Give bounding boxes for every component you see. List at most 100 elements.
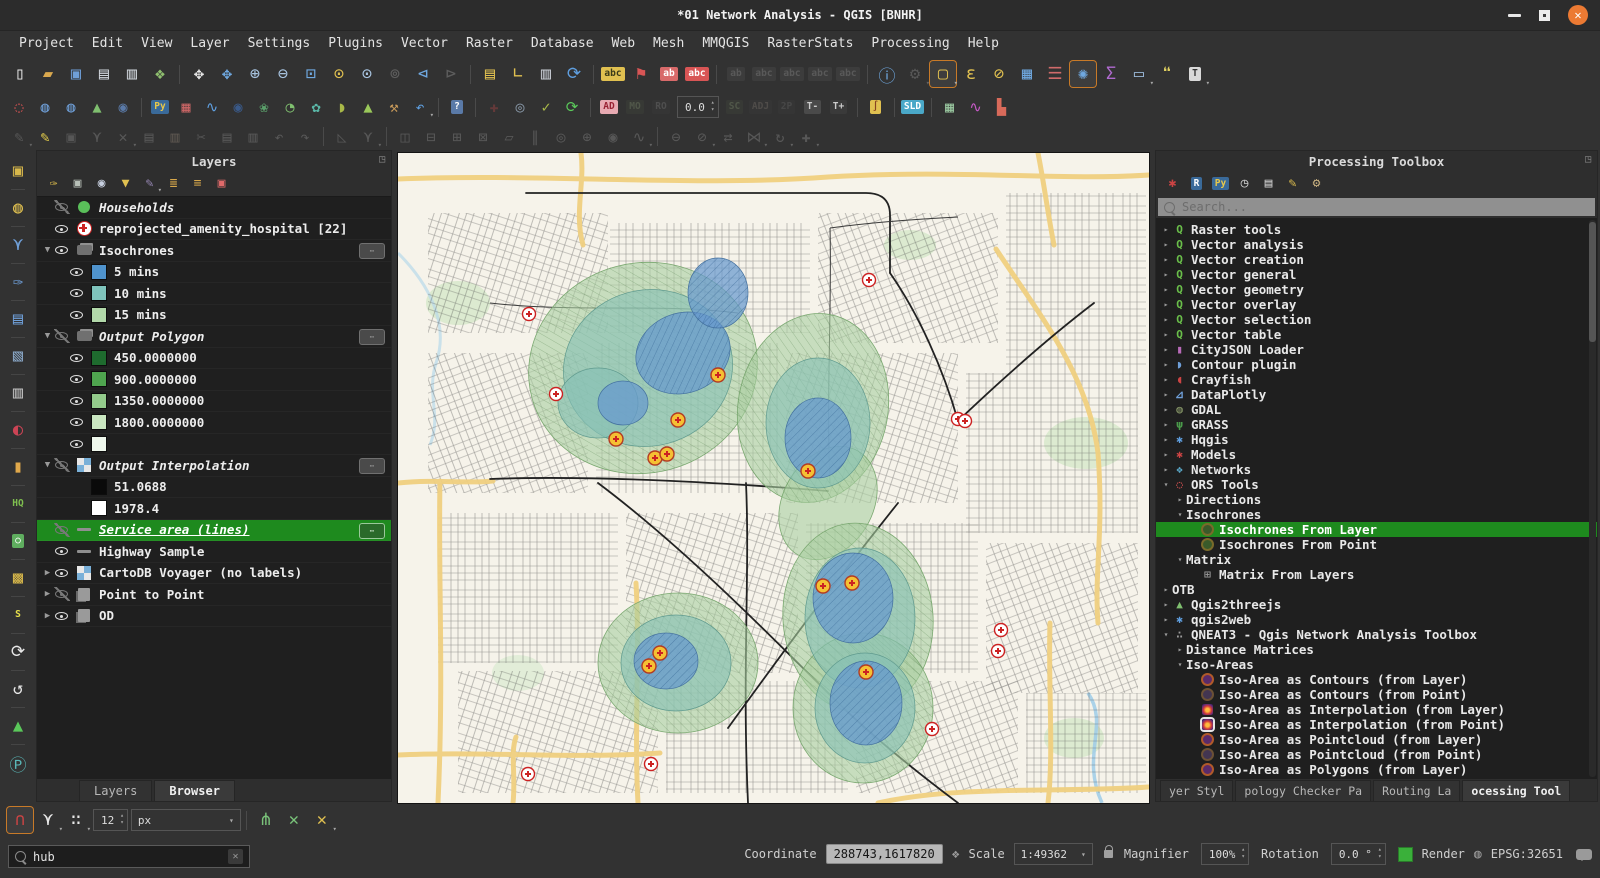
tree-arrow-icon[interactable]: ▾ — [1160, 480, 1172, 489]
leaf-tool-icon[interactable]: ✿ — [304, 95, 328, 119]
deselect-features-icon[interactable]: ⊘ — [986, 61, 1012, 87]
style-manager-icon[interactable]: ❖ — [147, 61, 173, 87]
snapping-magnet-icon[interactable]: ∩ — [7, 807, 33, 833]
tree-arrow-icon[interactable]: ▸ — [1160, 315, 1172, 324]
panel-float-icon[interactable]: ◳ — [1585, 154, 1591, 165]
algorithm-row[interactable]: ▸QRaster tools — [1156, 222, 1597, 237]
menu-mmqgis[interactable]: MMQGIS — [693, 34, 758, 53]
layer-row[interactable] — [37, 434, 391, 456]
algorithm-row[interactable]: ▸▮CityJSON Loader — [1156, 342, 1597, 357]
visibility-eye-icon[interactable] — [54, 200, 70, 214]
identify-features-icon[interactable]: ⓘ — [874, 61, 900, 87]
menu-edit[interactable]: Edit — [83, 34, 132, 53]
data-source-manager-icon[interactable]: ▣ — [5, 158, 31, 184]
algorithm-row[interactable]: Iso-Area as Pointcloud (from Point) — [1156, 747, 1597, 762]
layer-row[interactable]: Service area (lines)⋯ — [37, 520, 391, 542]
snapping-tolerance-stepper[interactable]: 12▴▾ — [93, 809, 128, 831]
layer-row[interactable]: ▼Isochrones⋯ — [37, 240, 391, 262]
layer-row[interactable]: 1800.0000000 — [37, 412, 391, 434]
tree-arrow-icon[interactable]: ▸ — [1160, 240, 1172, 249]
toggle-editing-icon[interactable]: ✎ — [33, 125, 57, 149]
visibility-eye-icon[interactable] — [54, 222, 70, 236]
filter-legend-icon[interactable]: ▼ — [115, 173, 136, 194]
bookmark-manager-icon[interactable]: ▥ — [533, 61, 559, 87]
menu-project[interactable]: Project — [10, 34, 83, 53]
add-wms-icon[interactable]: ◍ — [33, 95, 57, 119]
visibility-eye-icon[interactable] — [54, 329, 70, 343]
render-checkbox[interactable] — [1398, 847, 1413, 862]
tree-arrow-icon[interactable]: ▸ — [1160, 285, 1172, 294]
layer-row[interactable]: 5 mins — [37, 262, 391, 284]
algorithm-row[interactable]: ▸◖Crayfish — [1156, 372, 1597, 387]
snapping-units-select[interactable]: px▾ — [131, 809, 241, 831]
python-console-icon[interactable]: Py — [148, 95, 172, 119]
layer-row[interactable]: Highway Sample — [37, 541, 391, 563]
layer-row[interactable]: ▶OD — [37, 606, 391, 628]
layer-row[interactable]: reprojected_amenity_hospital [22] — [37, 219, 391, 241]
menu-view[interactable]: View — [132, 34, 181, 53]
close-button[interactable]: ✕ — [1568, 5, 1588, 25]
algorithm-row[interactable]: ▸◍GDAL — [1156, 402, 1597, 417]
quick-osm-icon[interactable]: ✑ — [5, 269, 31, 295]
tree-arrow-icon[interactable]: ▾ — [1174, 510, 1186, 519]
add-postgis-icon[interactable]: ▤ — [5, 306, 31, 332]
scale-select[interactable]: 1:49362▾ — [1014, 843, 1093, 865]
visibility-eye-icon[interactable] — [54, 243, 70, 257]
statistics-icon[interactable]: Σ — [1098, 61, 1124, 87]
history-icon[interactable]: ◷ — [1234, 173, 1255, 194]
algorithm-row[interactable]: ▸✱qgis2web — [1156, 612, 1597, 627]
zoom-last-icon[interactable]: ⊲ — [410, 61, 436, 87]
clear-icon[interactable]: ✕ — [228, 849, 243, 864]
menu-web[interactable]: Web — [603, 34, 644, 53]
algorithm-row[interactable]: ▸⊿DataPlotly — [1156, 387, 1597, 402]
algorithm-row[interactable]: ▾◌ORS Tools — [1156, 477, 1597, 492]
tree-arrow-icon[interactable]: ▼ — [41, 245, 54, 255]
menu-rasterstats[interactable]: RasterStats — [758, 34, 862, 53]
plugin-reload-icon[interactable]: ⟳ — [5, 639, 31, 665]
zoom-to-layer-icon[interactable]: ⊙ — [354, 61, 380, 87]
osm-search-icon[interactable]: ○ — [5, 528, 31, 554]
algorithm-row[interactable]: Iso-Area as Pointcloud (from Layer) — [1156, 732, 1597, 747]
algorithm-row[interactable]: ▸◗Contour plugin — [1156, 357, 1597, 372]
layer-row[interactable]: 15 mins — [37, 305, 391, 327]
layer-row[interactable]: 1978.4 — [37, 498, 391, 520]
tree-arrow-icon[interactable]: ▼ — [41, 331, 54, 341]
tree-arrow-icon[interactable]: ▸ — [1160, 225, 1172, 234]
tree-arrow-icon[interactable]: ▸ — [1160, 390, 1172, 399]
hammer-tool-icon[interactable]: ⚒ — [382, 95, 406, 119]
attribute-table-icon[interactable]: ▦ — [1014, 61, 1040, 87]
osm-globe-icon[interactable]: ◉ — [226, 95, 250, 119]
tree-arrow-icon[interactable]: ▸ — [1174, 645, 1186, 654]
profile-plot-icon[interactable]: ∿ — [964, 95, 988, 119]
maximize-button[interactable] — [1539, 10, 1550, 21]
algorithm-row[interactable]: ▸QVector table — [1156, 327, 1597, 342]
collapse-all-icon[interactable]: ≡ — [187, 173, 208, 194]
visibility-eye-icon[interactable] — [54, 566, 70, 580]
measure-icon[interactable]: ▭▾ — [1126, 61, 1152, 87]
dataplotly-icon[interactable]: ∿ — [200, 95, 224, 119]
algorithm-row[interactable]: Iso-Area as Polygons (from Layer) — [1156, 762, 1597, 777]
tree-arrow-icon[interactable]: ▸ — [1174, 495, 1186, 504]
sld-style-icon[interactable]: SLD — [901, 95, 925, 119]
cad-t-plus-button[interactable]: T+ — [827, 95, 851, 119]
results-viewer-icon[interactable]: ▤ — [1258, 173, 1279, 194]
gdrive-icon[interactable]: ▲ — [5, 713, 31, 739]
menu-mesh[interactable]: Mesh — [644, 34, 693, 53]
add-delimited-text-icon[interactable]: ⋎ — [5, 232, 31, 258]
visibility-eye-icon[interactable] — [69, 372, 85, 386]
processing-options-icon[interactable]: ⚙ — [1306, 173, 1327, 194]
magnifier-stepper[interactable]: 100%▴▾ — [1201, 843, 1249, 865]
tree-arrow-icon[interactable]: ▾ — [1160, 630, 1172, 639]
visibility-eye-icon[interactable] — [69, 415, 85, 429]
select-by-expression-icon[interactable]: ε — [958, 61, 984, 87]
visibility-eye-icon[interactable] — [54, 458, 70, 472]
qgis2web-icon[interactable]: ▲ — [356, 95, 380, 119]
rotation-stepper[interactable]: 0.0 °▴▾ — [1331, 843, 1386, 865]
layer-row[interactable]: Households — [37, 197, 391, 219]
ors-tools-icon[interactable]: ◌ — [7, 95, 31, 119]
tree-arrow-icon[interactable]: ▸ — [1160, 615, 1172, 624]
algorithm-row[interactable]: ▸QVector general — [1156, 267, 1597, 282]
field-calculator-icon[interactable]: ☰ — [1042, 61, 1068, 87]
dock-tab[interactable]: yer Styl — [1160, 780, 1233, 801]
layer-styling-icon[interactable]: ✑ — [43, 173, 64, 194]
